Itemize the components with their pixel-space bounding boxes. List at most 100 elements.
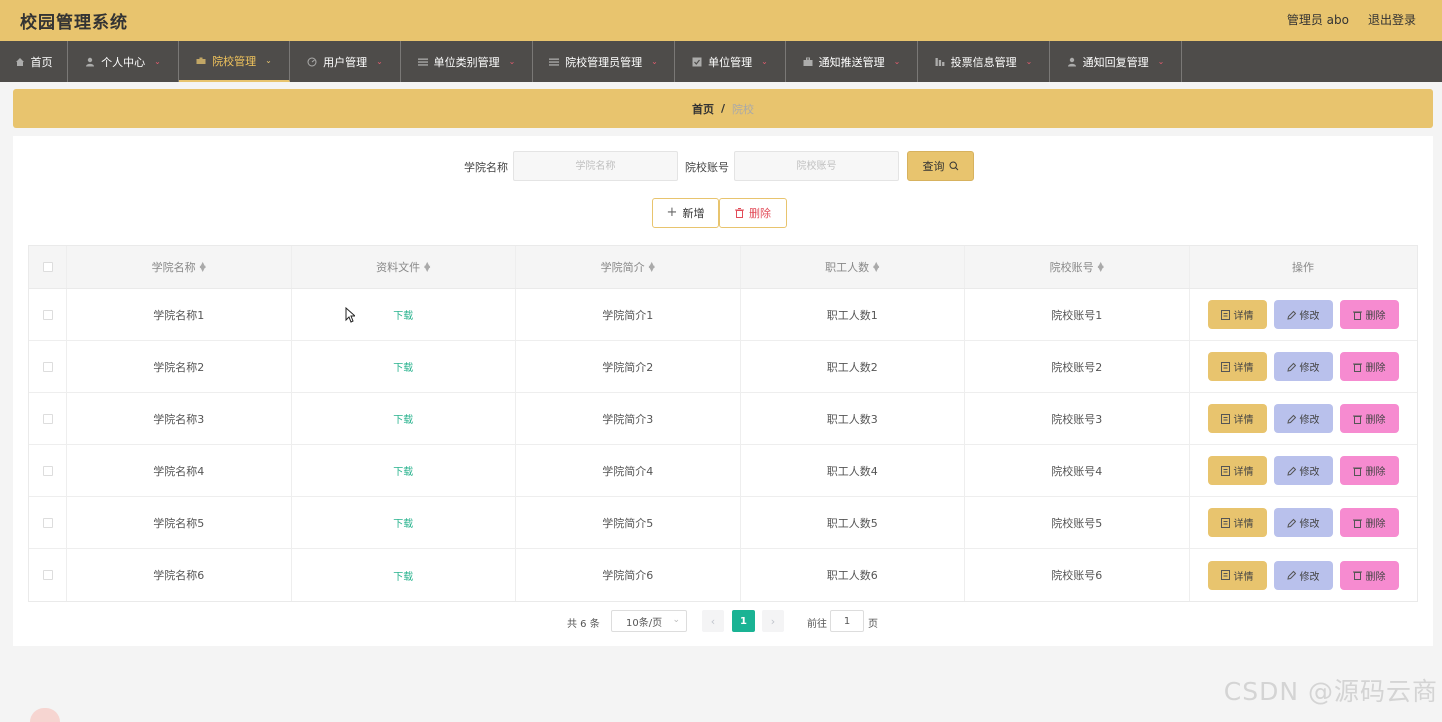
row-checkbox[interactable] xyxy=(42,465,53,476)
cell-operations: 详情 修改 删除 xyxy=(1190,289,1417,340)
sort-icon: ▲ ▼ xyxy=(648,260,655,273)
nav-item-label: 院校管理员管理 xyxy=(565,55,643,69)
delete-button[interactable]: 删除 xyxy=(1339,508,1399,537)
delete-button[interactable]: 删除 xyxy=(1339,456,1399,485)
detail-label: 详情 xyxy=(1233,467,1254,478)
download-link[interactable]: 下载 xyxy=(393,359,413,374)
detail-button[interactable]: 详情 xyxy=(1207,560,1267,590)
delete-label: 删除 xyxy=(1365,571,1386,583)
page-size-select[interactable]: 10条/页 ⌄ xyxy=(611,610,687,632)
cell-account: 院校账号5 xyxy=(965,497,1190,548)
delete-button[interactable]: 删除 xyxy=(1339,560,1399,590)
row-checkbox[interactable] xyxy=(42,517,53,528)
detail-button[interactable]: 详情 xyxy=(1207,404,1267,433)
nav-item-label: 院校管理 xyxy=(212,54,257,68)
delete-button[interactable]: 删除 xyxy=(1339,352,1399,381)
chevron-down-icon: ⌄ xyxy=(651,57,658,66)
nav-item-7[interactable]: 通知推送管理 ⌄ xyxy=(786,41,918,82)
detail-button[interactable]: 详情 xyxy=(1207,456,1267,485)
prev-page-button[interactable]: ‹ xyxy=(702,610,724,632)
nav-item-1[interactable]: 个人中心 ⌄ xyxy=(68,41,179,82)
cell-file: 下载 xyxy=(292,341,516,392)
school-account-input[interactable] xyxy=(734,151,899,181)
detail-label: 详情 xyxy=(1233,363,1254,374)
download-link[interactable]: 下载 xyxy=(393,568,413,583)
cell-staff: 职工人数6 xyxy=(741,549,965,601)
chevron-down-icon: ⌄ xyxy=(1025,57,1033,66)
add-button[interactable]: + 新增 xyxy=(652,198,719,228)
edit-button[interactable]: 修改 xyxy=(1273,456,1333,485)
header-college-name-label: 学院名称 xyxy=(151,261,196,274)
cell-intro: 学院简介4 xyxy=(516,445,741,496)
chevron-down-icon: ⌄ xyxy=(265,56,272,65)
trash-icon xyxy=(1352,311,1362,320)
download-link[interactable]: 下载 xyxy=(393,307,413,322)
document-icon xyxy=(1220,413,1230,424)
nav-item-4[interactable]: 单位类别管理 ⌄ xyxy=(401,41,533,82)
detail-button[interactable]: 详情 xyxy=(1207,352,1267,381)
nav-item-3[interactable]: 用户管理 ⌄ xyxy=(290,41,401,82)
nav-item-0[interactable]: 首页 xyxy=(0,41,68,82)
nav-item-5[interactable]: 院校管理员管理 ⌄ xyxy=(533,41,675,82)
row-checkbox[interactable] xyxy=(42,570,53,580)
sort-icon: ▲ ▼ xyxy=(424,260,431,273)
select-all-checkbox[interactable] xyxy=(42,262,53,272)
query-label: 查询 xyxy=(922,160,945,173)
next-page-button[interactable]: › xyxy=(762,610,784,632)
row-select-cell xyxy=(29,549,67,601)
nav-item-label: 个人中心 xyxy=(101,55,146,69)
header-staff[interactable]: 职工人数 ▲ ▼ xyxy=(741,246,965,288)
detail-label: 详情 xyxy=(1233,311,1254,322)
breadcrumb-home[interactable]: 首页 xyxy=(692,101,714,117)
edit-icon xyxy=(1286,466,1296,476)
cell-account: 院校账号4 xyxy=(965,445,1190,496)
table-row: 学院名称2 下载 学院简介2 职工人数2 院校账号2 详情 修改 删除 xyxy=(29,341,1417,393)
header-file[interactable]: 资料文件 ▲ ▼ xyxy=(292,246,516,288)
delete-button[interactable]: 删除 xyxy=(1339,300,1399,329)
edit-button[interactable]: 修改 xyxy=(1273,352,1333,381)
search-bar: 学院名称 院校账号 查询 xyxy=(13,151,1433,181)
row-checkbox[interactable] xyxy=(42,309,53,320)
nav-item-9[interactable]: 通知回复管理 ⌄ xyxy=(1050,41,1182,82)
header-intro[interactable]: 学院简介 ▲ ▼ xyxy=(516,246,741,288)
batch-delete-button[interactable]: 删除 xyxy=(719,198,787,228)
edit-label: 修改 xyxy=(1299,363,1320,374)
goto-page-input[interactable] xyxy=(830,610,864,632)
logout-link[interactable]: 退出登录 xyxy=(1368,11,1416,28)
nav-item-6[interactable]: 单位管理 ⌄ xyxy=(675,41,786,82)
detail-button[interactable]: 详情 xyxy=(1207,508,1267,537)
edit-button[interactable]: 修改 xyxy=(1273,300,1333,329)
breadcrumb-current: 院校 xyxy=(732,102,755,116)
page-number-current[interactable]: 1 xyxy=(732,610,755,632)
trash-icon xyxy=(1352,363,1362,372)
header-college-name[interactable]: 学院名称 ▲ ▼ xyxy=(67,246,292,288)
edit-button[interactable]: 修改 xyxy=(1273,404,1333,433)
header-account[interactable]: 院校账号 ▲ ▼ xyxy=(965,246,1190,288)
nav-item-label: 用户管理 xyxy=(323,55,368,69)
top-header: 校园管理系统 管理员 abo 退出登录 xyxy=(0,0,1442,41)
download-link[interactable]: 下载 xyxy=(393,463,413,478)
detail-button[interactable]: 详情 xyxy=(1207,300,1267,329)
table-row: 学院名称4 下载 学院简介4 职工人数4 院校账号4 详情 修改 删除 xyxy=(29,445,1417,497)
edit-button[interactable]: 修改 xyxy=(1273,560,1333,590)
nav-item-8[interactable]: 投票信息管理 ⌄ xyxy=(918,41,1050,82)
chevron-left-icon: ‹ xyxy=(710,614,716,628)
document-icon xyxy=(1220,465,1230,476)
gauge-icon xyxy=(307,57,317,67)
row-checkbox[interactable] xyxy=(42,413,53,424)
edit-label: 修改 xyxy=(1299,311,1320,322)
query-button[interactable]: 查询 xyxy=(907,151,974,181)
college-name-input[interactable] xyxy=(513,151,678,181)
download-link[interactable]: 下载 xyxy=(393,515,413,530)
table-body: 学院名称1 下载 学院简介1 职工人数1 院校账号1 详情 修改 删除 学院名称2 下载 学院简介2… xyxy=(29,289,1417,601)
row-checkbox[interactable] xyxy=(42,361,53,372)
cell-account: 院校账号6 xyxy=(965,549,1190,601)
cell-college-name: 学院名称4 xyxy=(67,445,292,496)
nav-item-2[interactable]: 院校管理 ⌄ xyxy=(179,41,290,82)
download-link[interactable]: 下载 xyxy=(393,411,413,426)
delete-button[interactable]: 删除 xyxy=(1339,404,1399,433)
pagination: 共 6 条 10条/页 ⌄ ‹ 1 › 前往 页 xyxy=(13,610,1433,632)
edit-button[interactable]: 修改 xyxy=(1273,508,1333,537)
cell-college-name: 学院名称2 xyxy=(67,341,292,392)
edit-label: 修改 xyxy=(1299,467,1320,478)
